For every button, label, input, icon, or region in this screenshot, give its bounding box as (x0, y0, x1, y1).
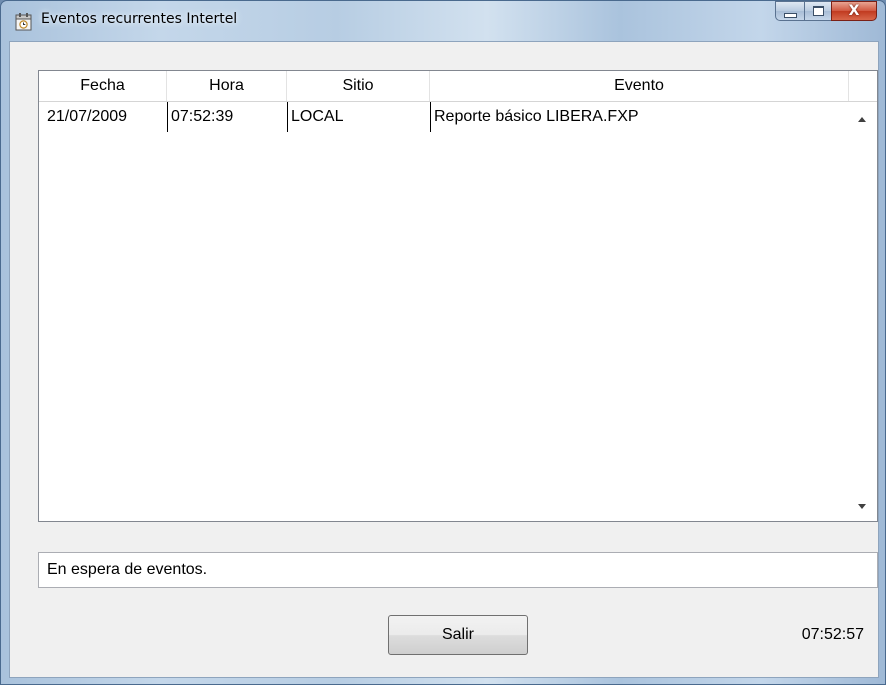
app-window: Eventos recurrentes Intertel X Fecha Hor… (0, 0, 886, 685)
vertical-scrollbar[interactable] (849, 102, 877, 521)
cell-hora[interactable]: 07:52:39 (167, 102, 287, 132)
events-table[interactable]: Fecha Hora Sitio Evento 21/07/2009 07:52… (38, 70, 878, 522)
cell-fecha[interactable]: 21/07/2009 (39, 102, 167, 132)
arrow-up-icon[interactable] (858, 117, 866, 122)
close-icon: X (848, 3, 860, 19)
column-header-fecha[interactable]: Fecha (39, 71, 167, 101)
header-filler (849, 71, 877, 102)
cell-evento[interactable]: Reporte básico LIBERA.FXP (430, 102, 849, 132)
arrow-down-icon[interactable] (858, 504, 866, 509)
maximize-icon (812, 6, 824, 16)
minimize-icon (783, 12, 797, 18)
column-header-evento[interactable]: Evento (430, 71, 849, 101)
table-row[interactable]: 21/07/2009 07:52:39 LOCAL Reporte básico… (39, 102, 849, 132)
column-header-hora[interactable]: Hora (167, 71, 287, 101)
title-bar[interactable]: Eventos recurrentes Intertel X (1, 1, 885, 41)
status-message-field: En espera de eventos. (38, 552, 878, 588)
window-controls: X (775, 1, 877, 23)
column-header-sitio[interactable]: Sitio (287, 71, 430, 101)
maximize-button[interactable] (804, 1, 831, 21)
window-title: Eventos recurrentes Intertel (41, 11, 238, 27)
exit-button[interactable]: Salir (388, 615, 528, 655)
cell-sitio[interactable]: LOCAL (287, 102, 430, 132)
minimize-button[interactable] (775, 1, 804, 21)
window-client-area: Fecha Hora Sitio Evento 21/07/2009 07:52… (9, 41, 879, 678)
table-body: 21/07/2009 07:52:39 LOCAL Reporte básico… (39, 102, 849, 132)
table-header: Fecha Hora Sitio Evento (39, 71, 849, 102)
calendar-clock-icon (15, 13, 32, 31)
close-button[interactable]: X (831, 1, 877, 21)
clock-label: 07:52:57 (801, 626, 864, 643)
